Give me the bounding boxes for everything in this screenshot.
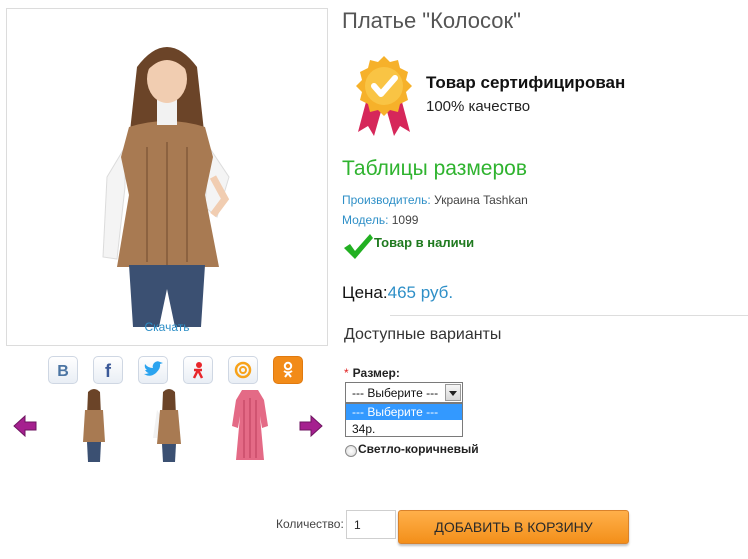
divider [390,315,748,316]
size-select[interactable]: --- Выберите --- [345,382,463,403]
manufacturer-label[interactable]: Производитель: [342,193,431,207]
manufacturer-row: Производитель: Украина Tashkan [342,193,528,207]
vk-share-button[interactable]: B [48,356,78,384]
twitter-icon [144,361,163,376]
add-to-cart-button[interactable]: ДОБАВИТЬ В КОРЗИНУ [398,510,629,544]
color-radio-label[interactable]: Светло-коричневый [358,442,479,456]
thumbnail-1[interactable] [70,386,118,464]
facebook-share-button[interactable]: f [93,356,123,384]
size-table-link[interactable]: Таблицы размеров [342,157,527,181]
facebook-icon: f [105,361,112,380]
product-title: Платье "Колосок" [342,8,521,33]
stock-status: Товар в наличи [374,235,475,250]
manufacturer-value: Украина Tashkan [434,193,528,207]
price-label: Цена: [342,283,388,302]
model-row: Модель: 1099 [342,213,418,227]
size-option[interactable]: 34р. [346,421,462,437]
quantity-input[interactable] [346,510,396,539]
required-mark: * [344,366,349,380]
chevron-down-icon[interactable] [445,384,461,401]
price-value: 465 руб. [387,283,454,302]
main-image-box: Скачать [6,8,328,346]
prev-arrow-icon[interactable] [12,414,38,438]
odnoklassniki-icon [192,362,204,379]
certificate-title: Товар сертифицирован [426,73,626,92]
checkmark-icon [344,234,373,259]
model-value: 1099 [391,213,419,227]
mailru-share-button[interactable] [228,356,258,384]
size-select-value: --- Выберите --- [352,386,439,400]
size-label: * Размер: [344,366,400,380]
price-row: Цена:465 руб. [342,283,453,303]
size-option[interactable]: --- Выберите --- [346,404,462,420]
svg-text:f: f [105,361,112,380]
color-radio[interactable] [345,445,357,457]
odnoklassniki-share-button[interactable] [183,356,213,384]
certificate-subtitle: 100% качество [426,98,531,115]
thumbnail-3[interactable] [226,386,274,464]
thumbnail-2[interactable] [145,386,193,464]
ok-share-button[interactable] [273,356,303,384]
variants-title: Доступные варианты [344,326,502,343]
size-dropdown-list: --- Выберите --- 34р. [345,403,463,437]
certified-badge-icon [356,56,412,136]
quantity-label: Количество: [276,517,344,531]
next-arrow-icon[interactable] [298,414,324,438]
mailru-icon [234,361,252,379]
size-label-text: Размер: [352,366,400,380]
svg-text:B: B [57,363,69,380]
product-photo[interactable] [67,27,267,327]
model-label: Модель: [342,213,389,227]
vk-icon: B [57,363,69,380]
ok-icon [283,361,293,378]
twitter-share-button[interactable] [138,356,168,384]
download-link[interactable]: Скачать [7,320,327,334]
